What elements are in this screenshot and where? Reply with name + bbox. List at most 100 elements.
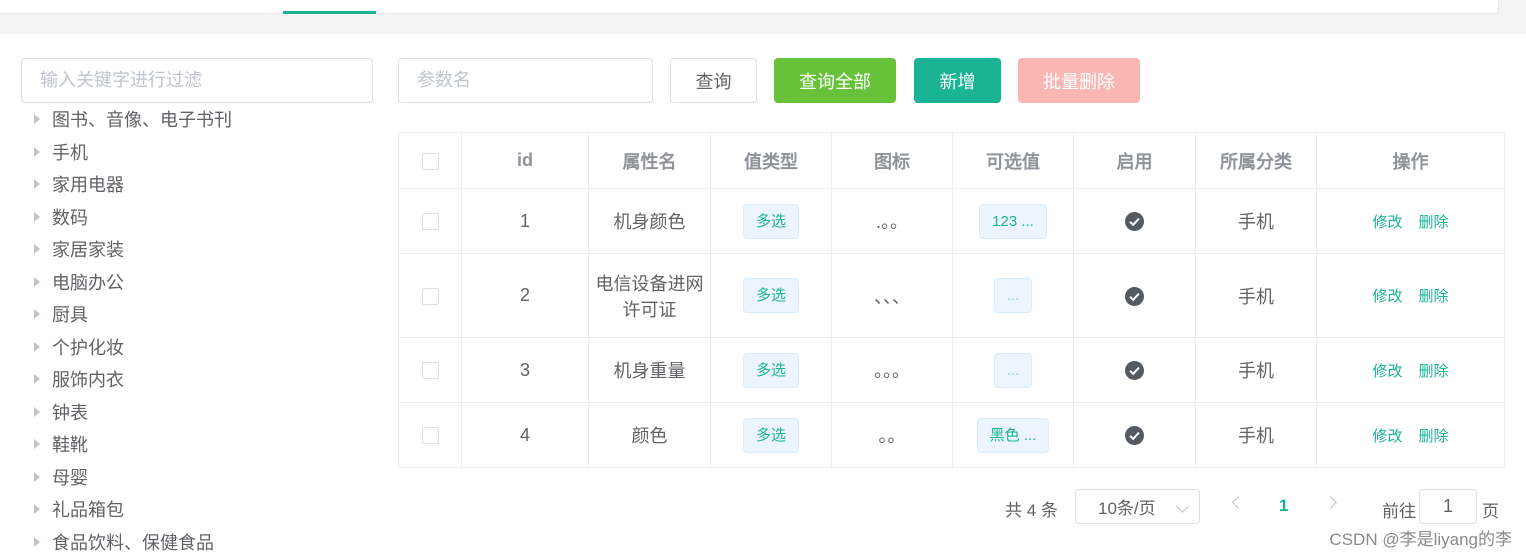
column-header: 图标	[832, 133, 953, 189]
caret-right-icon[interactable]	[34, 244, 40, 254]
caret-right-icon[interactable]	[34, 342, 40, 352]
id-cell: 1	[462, 189, 589, 254]
goto-label: 前往	[1382, 497, 1416, 522]
tree-node[interactable]: 图书、音像、电子书刊	[21, 103, 373, 136]
value-type-tag: 多选	[743, 418, 799, 453]
caret-right-icon[interactable]	[34, 537, 40, 547]
name-cell: 机身重量	[589, 338, 711, 403]
column-header: 值类型	[711, 133, 832, 189]
caret-right-icon[interactable]	[34, 147, 40, 157]
page-number-current[interactable]: 1	[1279, 496, 1288, 516]
type-cell: 多选	[711, 189, 832, 254]
tree-node[interactable]: 电脑办公	[21, 266, 373, 299]
tree-node-label: 服饰内衣	[52, 366, 124, 392]
row-checkbox[interactable]	[422, 213, 439, 230]
tree-node[interactable]: 个护化妆	[21, 331, 373, 364]
tree-node-label: 厨具	[52, 301, 88, 327]
table-header-row: id 属性名 值类型 图标 可选值 启用 所属分类 操作	[399, 133, 1505, 189]
tree-node[interactable]: 数码	[21, 201, 373, 234]
actions-cell: 修改删除	[1317, 403, 1505, 468]
tree-node[interactable]: 家用电器	[21, 168, 373, 201]
select-all-checkbox[interactable]	[422, 153, 439, 170]
row-checkbox[interactable]	[422, 288, 439, 305]
option-values-tag[interactable]: 123 ...	[979, 204, 1047, 239]
tree-node[interactable]: 手机	[21, 136, 373, 169]
caret-right-icon[interactable]	[34, 504, 40, 514]
edit-link[interactable]: 修改	[1372, 288, 1402, 305]
row-checkbox[interactable]	[422, 427, 439, 444]
page-suffix-label: 页	[1482, 497, 1499, 522]
column-header: id	[462, 133, 589, 189]
tree-node[interactable]: 家居家装	[21, 233, 373, 266]
tree-filter-input[interactable]	[21, 58, 373, 103]
row-select-cell	[399, 338, 462, 403]
actions-cell: 修改删除	[1317, 189, 1505, 254]
tree-node[interactable]: 服饰内衣	[21, 363, 373, 396]
tab-bar-scroll-button[interactable]	[1498, 0, 1526, 14]
options-cell: 123 ...	[953, 189, 1074, 254]
tree-node[interactable]: 食品饮料、保健食品	[21, 526, 373, 558]
row-select-cell	[399, 254, 462, 338]
edit-link[interactable]: 修改	[1372, 363, 1402, 380]
check-circle-icon	[1125, 426, 1144, 445]
tree-node[interactable]: 礼品箱包	[21, 493, 373, 526]
value-type-tag: 多选	[743, 278, 799, 313]
page-size-select[interactable]: 10条/页	[1075, 489, 1200, 524]
category-cell: 手机	[1196, 189, 1317, 254]
category-cell: 手机	[1196, 338, 1317, 403]
caret-right-icon[interactable]	[34, 309, 40, 319]
tree-node-label: 数码	[52, 204, 88, 230]
value-type-tag: 多选	[743, 353, 799, 388]
tree-node-label: 鞋靴	[52, 431, 88, 457]
tree-node-label: 家居家装	[52, 236, 124, 262]
type-cell: 多选	[711, 254, 832, 338]
option-values-tag[interactable]: ...	[994, 278, 1033, 313]
edit-link[interactable]: 修改	[1372, 428, 1402, 445]
next-page-icon[interactable]	[1324, 496, 1337, 509]
attribute-table: id 属性名 值类型 图标 可选值 启用 所属分类 操作 1 机身颜色 多选 .…	[398, 132, 1505, 468]
actions-cell: 修改删除	[1317, 338, 1505, 403]
batch-delete-button[interactable]: 批量删除	[1018, 58, 1140, 103]
tree-node[interactable]: 厨具	[21, 298, 373, 331]
enabled-cell	[1074, 254, 1196, 338]
delete-link[interactable]: 删除	[1419, 288, 1449, 305]
caret-right-icon[interactable]	[34, 472, 40, 482]
tree-node-label: 钟表	[52, 399, 88, 425]
tree-node-label: 个护化妆	[52, 334, 124, 360]
tree-node[interactable]: 钟表	[21, 396, 373, 429]
delete-link[interactable]: 删除	[1419, 428, 1449, 445]
delete-link[interactable]: 删除	[1419, 363, 1449, 380]
enabled-cell	[1074, 338, 1196, 403]
caret-right-icon[interactable]	[34, 374, 40, 384]
watermark-text: CSDN @李是liyang的李	[1329, 525, 1512, 550]
id-cell: 3	[462, 338, 589, 403]
param-name-input[interactable]	[398, 58, 653, 103]
caret-right-icon[interactable]	[34, 212, 40, 222]
option-values-tag[interactable]: ...	[994, 353, 1033, 388]
name-cell: 颜色	[589, 403, 711, 468]
add-button[interactable]: 新增	[914, 58, 1001, 103]
query-all-button[interactable]: 查询全部	[774, 58, 896, 103]
delete-link[interactable]: 删除	[1419, 214, 1449, 231]
options-cell: ...	[953, 338, 1074, 403]
caret-right-icon[interactable]	[34, 439, 40, 449]
table-row: 2 电信设备进网许可证 多选 、、、 ... 手机 修改删除	[399, 254, 1505, 338]
tree-node[interactable]: 母婴	[21, 461, 373, 494]
query-button[interactable]: 查询	[670, 58, 757, 103]
tree-node-label: 图书、音像、电子书刊	[52, 106, 232, 132]
column-header: 启用	[1074, 133, 1196, 189]
tree-node[interactable]: 鞋靴	[21, 428, 373, 461]
caret-right-icon[interactable]	[34, 277, 40, 287]
goto-page-input[interactable]	[1419, 489, 1477, 524]
options-cell: ...	[953, 254, 1074, 338]
option-values-tag[interactable]: 黑色 ...	[977, 418, 1050, 453]
caret-right-icon[interactable]	[34, 179, 40, 189]
edit-link[interactable]: 修改	[1372, 214, 1402, 231]
caret-right-icon[interactable]	[34, 114, 40, 124]
icon-cell: 、、、	[832, 254, 953, 338]
row-checkbox[interactable]	[422, 362, 439, 379]
table-row: 3 机身重量 多选 。。。 ... 手机 修改删除	[399, 338, 1505, 403]
caret-right-icon[interactable]	[34, 407, 40, 417]
column-header: 可选值	[953, 133, 1074, 189]
prev-page-icon[interactable]	[1232, 496, 1245, 509]
